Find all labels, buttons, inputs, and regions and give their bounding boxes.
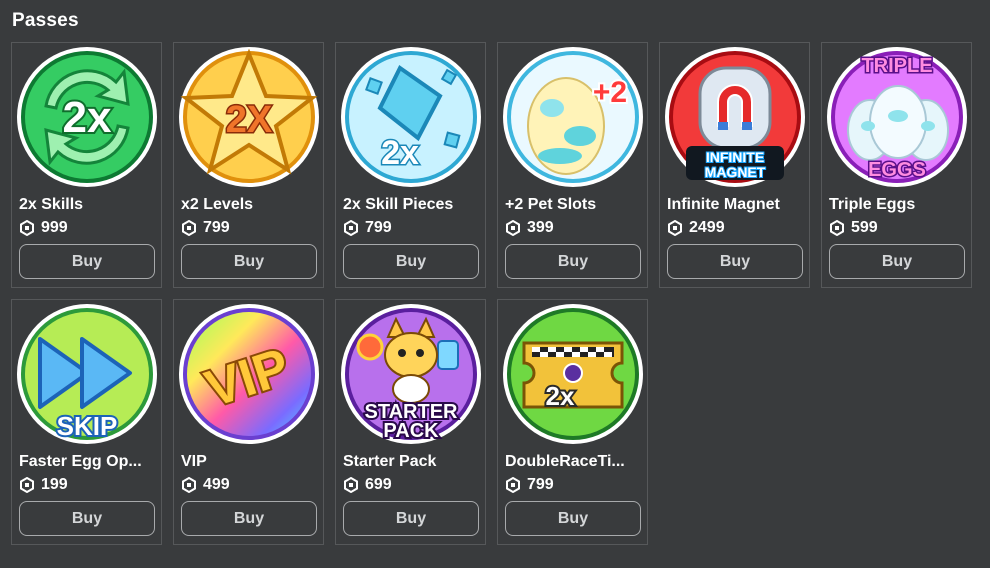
vip-rainbow-icon[interactable]: VIP: [178, 303, 320, 445]
buy-button[interactable]: Buy: [19, 501, 155, 536]
svg-text:2x: 2x: [381, 134, 419, 172]
pass-name: VIP: [181, 453, 207, 470]
pass-name: x2 Levels: [181, 196, 254, 213]
pass-card[interactable]: 2x 2x Skills 999 Buy: [11, 42, 162, 288]
pass-name: Starter Pack: [343, 453, 437, 470]
section-title: Passes: [12, 10, 79, 31]
svg-text:PACK: PACK: [383, 420, 439, 442]
pass-name: Triple Eggs: [829, 196, 916, 213]
pass-card[interactable]: 2x 2x Skill Pieces 799 Buy: [335, 42, 486, 288]
pass-price: 399: [505, 219, 554, 237]
buy-button[interactable]: Buy: [829, 244, 965, 279]
pass-price: 199: [19, 476, 68, 494]
buy-button[interactable]: Buy: [19, 244, 155, 279]
pass-name: +2 Pet Slots: [505, 196, 597, 213]
pass-price: 799: [343, 219, 392, 237]
pass-card[interactable]: 2X x2 Levels 799 Buy: [173, 42, 324, 288]
svg-text:2x: 2x: [63, 93, 112, 142]
price-value: 499: [203, 476, 230, 493]
robux-icon: [181, 220, 197, 236]
robux-icon: [505, 220, 521, 236]
svg-text:EGGS: EGGS: [868, 159, 926, 181]
buy-button[interactable]: Buy: [505, 501, 641, 536]
robux-icon: [19, 220, 35, 236]
infinite-magnet-icon[interactable]: INFINITE MAGNET: [664, 46, 806, 188]
pass-card[interactable]: SKIP Faster Egg Op... 199 Buy: [11, 299, 162, 545]
pass-card[interactable]: 2x DoubleRaceTi... 799 Buy: [497, 299, 648, 545]
pass-card[interactable]: TRIPLE EGGS Triple Eggs 599 Buy: [821, 42, 972, 288]
two-x-skills-icon[interactable]: 2x: [16, 46, 158, 188]
buy-button[interactable]: Buy: [505, 244, 641, 279]
pass-price: 2499: [667, 219, 725, 237]
pass-price: 799: [505, 476, 554, 494]
price-value: 2499: [689, 219, 725, 236]
robux-icon: [19, 477, 35, 493]
pass-card[interactable]: INFINITE MAGNET Infinite Magnet 2499 Buy: [659, 42, 810, 288]
buy-button[interactable]: Buy: [667, 244, 803, 279]
buy-button[interactable]: Buy: [181, 501, 317, 536]
starter-pack-icon[interactable]: STARTER PACK: [340, 303, 482, 445]
price-value: 999: [41, 219, 68, 236]
pass-name: DoubleRaceTi...: [505, 453, 625, 470]
robux-icon: [667, 220, 683, 236]
pass-price: 999: [19, 219, 68, 237]
pass-name: 2x Skill Pieces: [343, 196, 454, 213]
svg-text:MAGNET: MAGNET: [705, 164, 766, 180]
robux-icon: [181, 477, 197, 493]
skill-pieces-icon[interactable]: 2x: [340, 46, 482, 188]
skip-fast-forward-icon[interactable]: SKIP: [16, 303, 158, 445]
svg-text:+2: +2: [593, 76, 627, 109]
svg-text:2x: 2x: [546, 381, 575, 411]
buy-button[interactable]: Buy: [343, 244, 479, 279]
robux-icon: [829, 220, 845, 236]
buy-button[interactable]: Buy: [181, 244, 317, 279]
pass-card[interactable]: STARTER PACK Starter Pack 699 Buy: [335, 299, 486, 545]
buy-button[interactable]: Buy: [343, 501, 479, 536]
price-value: 799: [203, 219, 230, 236]
price-value: 599: [851, 219, 878, 236]
pass-name: 2x Skills: [19, 196, 84, 213]
svg-text:INFINITE: INFINITE: [706, 149, 764, 165]
price-value: 399: [527, 219, 554, 236]
triple-eggs-icon[interactable]: TRIPLE EGGS: [826, 46, 968, 188]
pass-card[interactable]: +2 +2 Pet Slots 399 Buy: [497, 42, 648, 288]
price-value: 799: [365, 219, 392, 236]
pass-price: 599: [829, 219, 878, 237]
svg-text:TRIPLE: TRIPLE: [861, 55, 932, 77]
svg-text:2X: 2X: [226, 99, 273, 141]
pet-slots-egg-icon[interactable]: +2: [502, 46, 644, 188]
pass-price: 799: [181, 219, 230, 237]
double-race-ticket-icon[interactable]: 2x: [502, 303, 644, 445]
price-value: 799: [527, 476, 554, 493]
pass-card[interactable]: VIP VIP 499 Buy: [173, 299, 324, 545]
passes-grid: 2x 2x Skills 999 Buy 2X x2 Levels 799 Bu…: [11, 42, 972, 545]
x2-levels-star-icon[interactable]: 2X: [178, 46, 320, 188]
robux-icon: [343, 477, 359, 493]
svg-text:SKIP: SKIP: [57, 411, 118, 441]
robux-icon: [505, 477, 521, 493]
price-value: 199: [41, 476, 68, 493]
pass-price: 499: [181, 476, 230, 494]
pass-price: 699: [343, 476, 392, 494]
robux-icon: [343, 220, 359, 236]
pass-name: Faster Egg Op...: [19, 453, 142, 470]
price-value: 699: [365, 476, 392, 493]
pass-name: Infinite Magnet: [667, 196, 780, 213]
